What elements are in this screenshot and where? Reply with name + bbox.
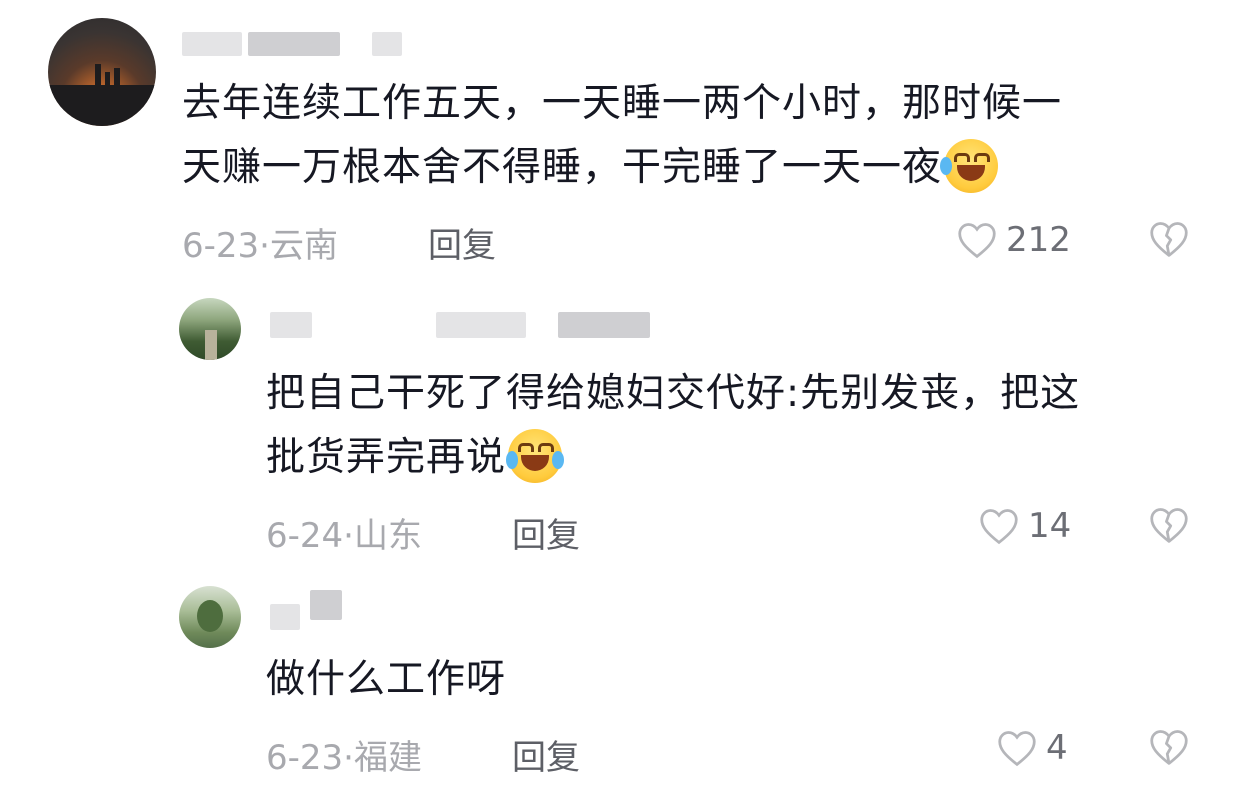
like-count: 212 <box>1006 220 1071 260</box>
like-button[interactable]: 4 <box>996 728 1068 768</box>
comment-date-location: 6-23·福建 <box>266 738 422 778</box>
heart-icon <box>980 509 1018 545</box>
reply-button[interactable]: 回复 <box>428 218 496 267</box>
comment-text: 去年连续工作五天，一天睡一两个小时，那时候一 天赚一万根本舍不得睡，干完睡了一天… <box>182 72 1062 200</box>
comment-text: 做什么工作呀 <box>266 648 506 712</box>
like-count: 4 <box>1046 728 1068 768</box>
broken-heart-icon[interactable] <box>1148 506 1190 544</box>
like-count: 14 <box>1028 506 1072 546</box>
heart-icon <box>958 223 996 259</box>
like-button[interactable]: 14 <box>978 506 1071 546</box>
heart-icon <box>998 731 1036 767</box>
like-button[interactable]: 212 <box>956 220 1071 260</box>
commenter-avatar[interactable] <box>179 298 241 360</box>
comment-date-location: 6-23·云南 <box>182 226 338 266</box>
broken-heart-icon[interactable] <box>1148 220 1190 258</box>
comment-line: 天赚一万根本舍不得睡，干完睡了一天一夜 <box>182 136 1062 200</box>
reply-button[interactable]: 回复 <box>512 730 580 779</box>
comment-line: 去年连续工作五天，一天睡一两个小时，那时候一 <box>182 81 1063 126</box>
comment-text: 把自己干死了得给媳妇交代好:先别发丧，把这 批货弄完再说 <box>266 362 1080 490</box>
commenter-avatar[interactable] <box>48 18 156 126</box>
comment-date-location: 6-24·山东 <box>266 516 422 556</box>
comment-line: 做什么工作呀 <box>266 657 507 702</box>
comment-line: 把自己干死了得给媳妇交代好:先别发丧，把这 <box>266 371 1081 416</box>
reply-button[interactable]: 回复 <box>512 508 580 557</box>
crying-laughing-emoji <box>506 428 565 483</box>
rofl-emoji <box>940 138 999 193</box>
commenter-avatar[interactable] <box>179 586 241 648</box>
comment-line: 批货弄完再说 <box>266 426 1080 490</box>
broken-heart-icon[interactable] <box>1148 728 1190 766</box>
